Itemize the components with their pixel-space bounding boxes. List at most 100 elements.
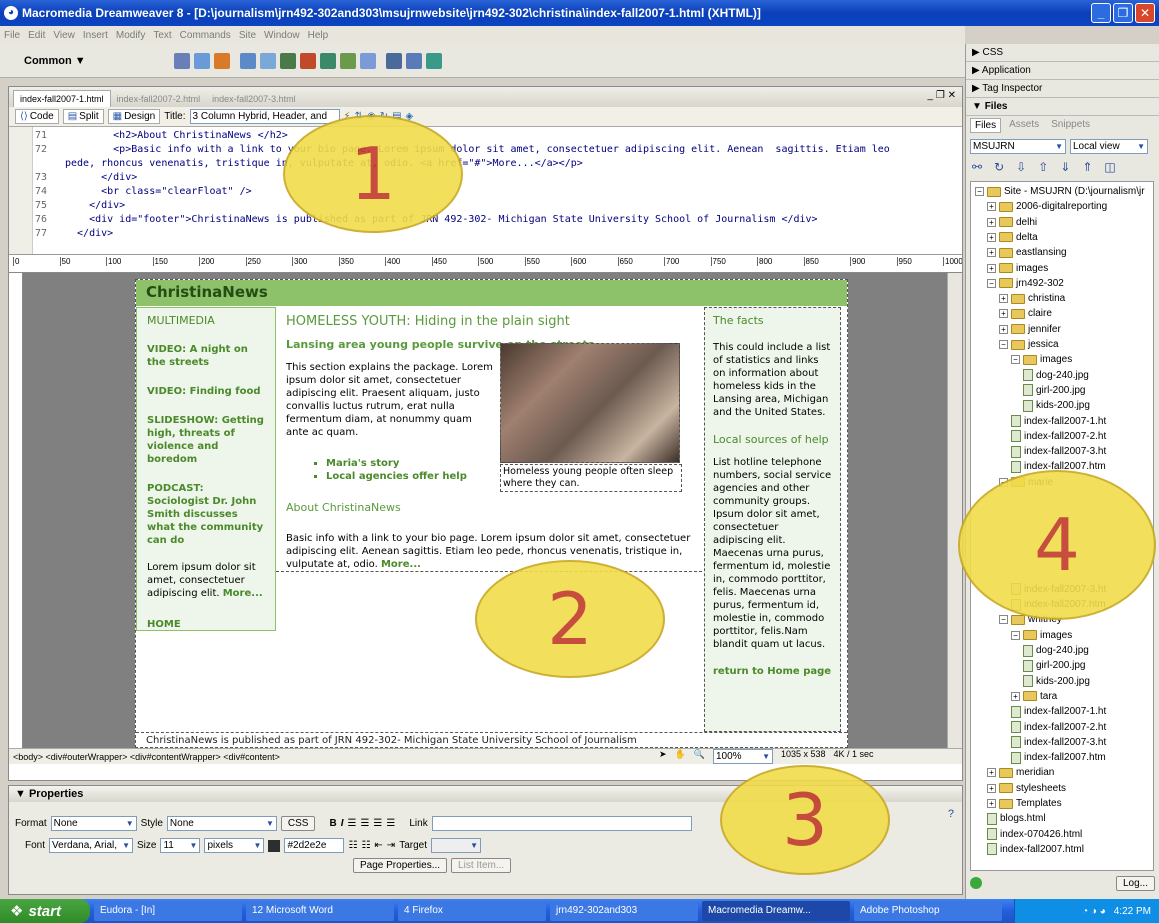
expand-icon[interactable]: +	[999, 309, 1008, 319]
brand-header[interactable]: ChristinaNews	[136, 280, 847, 306]
indent-icon[interactable]: ⇥	[387, 840, 395, 851]
file-tree-item[interactable]: + delta	[987, 230, 1038, 245]
taskbar-button[interactable]: Eudora - [In]	[94, 901, 242, 921]
file-tree-item[interactable]: +2006-digitalreporting	[987, 199, 1107, 214]
menu-item-0[interactable]: File	[4, 30, 20, 41]
zoom-tool-icon[interactable]: 🔍	[694, 749, 705, 764]
font-select[interactable]: Verdana, Arial, ▼	[49, 838, 134, 853]
tab-index-fall2007-1[interactable]: index-fall2007-1.html	[13, 90, 111, 107]
file-tree-item[interactable]: index-fall2007.html	[987, 842, 1084, 857]
file-tree-item[interactable]: + jennifer	[999, 322, 1061, 337]
collapse-icon[interactable]: −	[999, 340, 1008, 349]
split-view-button[interactable]: ▤ Split	[62, 109, 104, 124]
templates-icon[interactable]	[386, 52, 402, 69]
hyperlink-icon[interactable]	[174, 52, 190, 69]
view-select[interactable]: Local view ▼	[1070, 139, 1148, 154]
comment-icon[interactable]	[360, 52, 376, 69]
hand-tool-icon[interactable]: ✋	[675, 749, 686, 764]
expand-icon[interactable]: +	[987, 232, 996, 242]
menu-item-8[interactable]: Window	[264, 30, 300, 41]
check-out-icon[interactable]: ⇓	[1060, 160, 1070, 174]
taskbar-button[interactable]: 4 Firefox	[398, 901, 546, 921]
menu-item-1[interactable]: Edit	[28, 30, 45, 41]
menu-item-7[interactable]: Site	[239, 30, 256, 41]
outdent-icon[interactable]: ⇤	[374, 840, 382, 851]
date-icon[interactable]	[320, 52, 336, 69]
window-size-select[interactable]: 1035 x 538	[781, 749, 826, 764]
server-side-include-icon[interactable]	[340, 52, 356, 69]
align-left-icon[interactable]: ☰	[347, 818, 356, 829]
list-item-button[interactable]: List Item...	[451, 858, 512, 873]
code-line[interactable]: <div id="footer">ChristinaNews is publis…	[65, 213, 945, 227]
return-home-link[interactable]: return to Home page	[713, 665, 832, 678]
flash-icon[interactable]	[426, 52, 442, 69]
taskbar-button[interactable]: Adobe Photoshop	[854, 901, 1002, 921]
tray-icons[interactable]: ◔ ◑ ◕	[1082, 906, 1106, 917]
get-files-icon[interactable]: ⇩	[1016, 160, 1026, 174]
slideshow-link[interactable]: SLIDESHOW: Getting high, threats of viol…	[147, 414, 265, 466]
file-tree-item[interactable]: − images	[1011, 628, 1072, 643]
code-line[interactable]: <h2>About ChristinaNews </h2>	[65, 129, 945, 143]
site-select[interactable]: MSUJRN ▼	[970, 139, 1066, 154]
link-input[interactable]	[431, 816, 692, 831]
file-tree-item[interactable]: + Templates	[987, 796, 1062, 811]
start-button[interactable]: ❖ start	[0, 899, 90, 923]
page-footer[interactable]: ChristinaNews is published as part of JR…	[136, 732, 847, 748]
css-panel-header[interactable]: ▶ CSS	[966, 44, 1159, 62]
file-tree-item[interactable]: kids-200.jpg	[1023, 674, 1090, 689]
table-icon[interactable]	[240, 52, 256, 69]
refresh-files-icon[interactable]: ↻	[994, 160, 1004, 174]
file-tree-item[interactable]: − Site - MSUJRN (D:\journalism\jr	[975, 184, 1145, 199]
file-tree-item[interactable]: index-fall2007-1.ht	[1011, 704, 1106, 719]
log-button[interactable]: Log...	[1115, 876, 1155, 891]
connect-icon[interactable]: ⚯	[972, 160, 982, 174]
design-scrollbar[interactable]	[947, 273, 962, 748]
size-select[interactable]: 11 ▼	[160, 838, 201, 853]
email-link-icon[interactable]	[194, 52, 210, 69]
put-files-icon[interactable]: ⇧	[1038, 160, 1048, 174]
css-button[interactable]: CSS	[280, 816, 316, 831]
design-view-button[interactable]: ▦ Design	[107, 109, 161, 124]
video-night-link[interactable]: VIDEO: A night on the streets	[147, 343, 265, 369]
file-tree-item[interactable]: dog-240.jpg	[1023, 643, 1089, 658]
code-line[interactable]: pede, rhoncus venenatis, tristique in, v…	[65, 157, 945, 171]
menu-item-9[interactable]: Help	[308, 30, 329, 41]
layer-icon[interactable]	[260, 52, 276, 69]
file-tree-item[interactable]: + stylesheets	[987, 781, 1066, 796]
expand-icon[interactable]: +	[1011, 691, 1020, 701]
file-tree-item[interactable]: + delhi	[987, 215, 1037, 230]
tag-chooser-icon[interactable]	[406, 52, 422, 69]
expand-icon[interactable]: +	[987, 217, 996, 227]
file-tree-item[interactable]: kids-200.jpg	[1023, 398, 1090, 413]
expand-icon[interactable]: +	[987, 799, 996, 808]
application-panel-header[interactable]: ▶ Application	[966, 62, 1159, 80]
file-tree-item[interactable]: + tara	[1011, 689, 1057, 704]
home-link[interactable]: HOME	[147, 618, 265, 631]
expand-icon[interactable]: +	[999, 294, 1008, 304]
select-tool-icon[interactable]: ➤	[659, 749, 667, 764]
format-select[interactable]: None ▼	[50, 816, 137, 831]
media-icon[interactable]	[300, 52, 316, 69]
file-tree-item[interactable]: index-070426.html	[987, 827, 1082, 842]
check-in-icon[interactable]: ⇑	[1082, 160, 1092, 174]
file-tree-item[interactable]: girl-200.jpg	[1023, 383, 1085, 398]
expand-icon[interactable]: +	[987, 783, 996, 793]
align-right-icon[interactable]: ☰	[373, 818, 382, 829]
menu-item-3[interactable]: Insert	[83, 30, 108, 41]
target-select[interactable]: ▼	[430, 838, 481, 853]
code-line[interactable]: </div>	[65, 227, 945, 241]
minimize-icon[interactable]: _	[1091, 3, 1111, 23]
align-center-icon[interactable]: ☰	[360, 818, 369, 829]
menu-item-5[interactable]: Text	[153, 30, 171, 41]
code-line[interactable]: </div>	[65, 171, 945, 185]
file-tree-item[interactable]: index-fall2007-2.ht	[1011, 720, 1106, 735]
code-text[interactable]: <h2>About ChristinaNews </h2> <p>Basic i…	[65, 129, 945, 241]
left-sidebar[interactable]: MULTIMEDIA VIDEO: A night on the streets…	[136, 307, 276, 631]
expand-icon[interactable]: ◫	[1104, 160, 1115, 174]
expand-icon[interactable]: +	[999, 324, 1008, 334]
menu-item-6[interactable]: Commands	[180, 30, 231, 41]
right-sidebar[interactable]: The facts This could include a list of s…	[704, 307, 841, 732]
homeless-youth-photo[interactable]	[500, 343, 680, 463]
code-line[interactable]: <p>Basic info with a link to your bio pa…	[65, 143, 945, 157]
style-select[interactable]: None ▼	[166, 816, 277, 831]
